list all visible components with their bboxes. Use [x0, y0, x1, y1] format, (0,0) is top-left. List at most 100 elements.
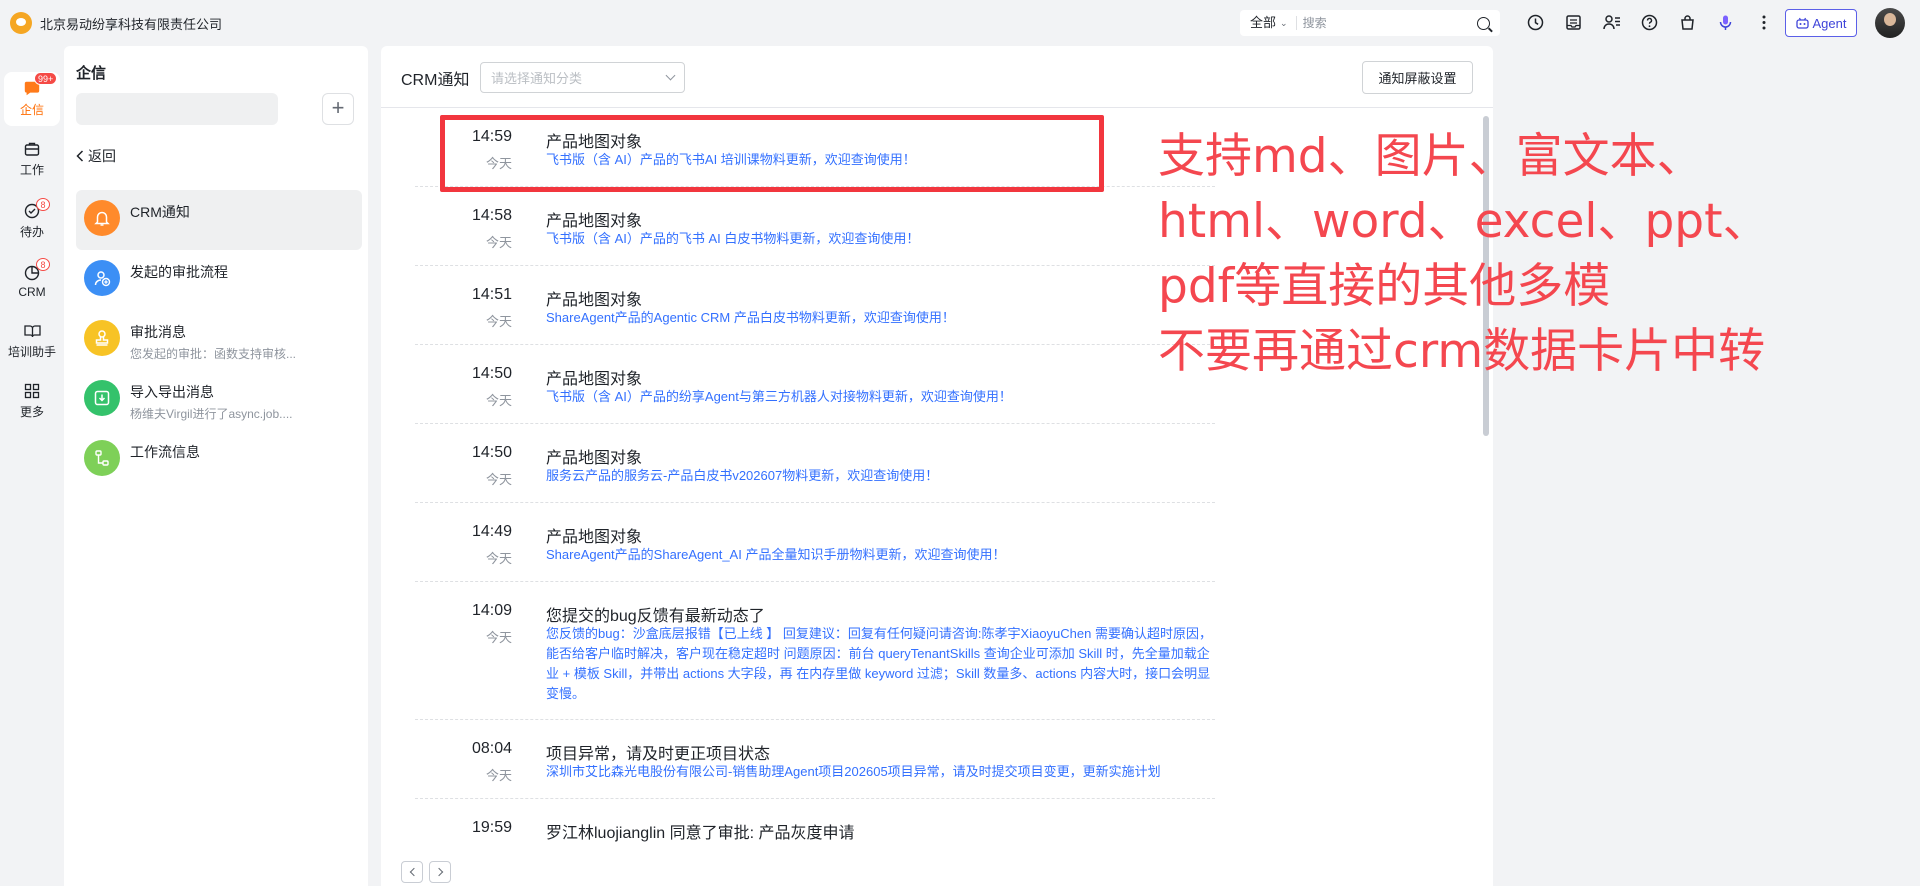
rail-item-training[interactable]: 培训助手: [4, 314, 60, 368]
unread-badge: 99+: [34, 72, 58, 85]
sidebar-search-input[interactable]: [76, 93, 278, 125]
message-day: 今天: [485, 551, 512, 566]
sidebar-title: 企信: [76, 65, 107, 82]
annotation-line: html、word、excel、ppt、: [1158, 194, 1770, 249]
annotation-line: 支持md、图片、富文本、: [1158, 129, 1704, 184]
session-name: 发起的审批流程: [130, 264, 228, 280]
notice-mask-settings-button[interactable]: 通知屏蔽设置: [1362, 61, 1473, 94]
message-title: 罗江林luojianglin 同意了审批: 产品灰度申请: [546, 825, 855, 842]
message-body[interactable]: 您反馈的bug：沙盒底层报错【已上线 】 回复建议：回复有任何疑问请咨询:陈孝宇…: [546, 624, 1214, 704]
rail-item-todo[interactable]: 待办 8: [4, 194, 60, 248]
message-body[interactable]: 飞书版（含 AI）产品的纷享Agent与第三方机器人对接物料更新，欢迎查询使用！: [546, 387, 1214, 407]
message-item[interactable]: 14:50 今天 产品地图对象 服务云产品的服务云-产品白皮书v202607物料…: [415, 424, 1215, 503]
chevron-right-icon: [434, 867, 443, 877]
search-icon[interactable]: [1477, 16, 1490, 30]
search-scope-dropdown[interactable]: 全部 ⌄: [1240, 16, 1297, 30]
app-rail: 企信 99+ 工作 待办 8 CRM 8 培训助手 更多: [0, 46, 64, 886]
message-body[interactable]: ShareAgent产品的ShareAgent_AI 产品全量知识手册物料更新，…: [546, 545, 1214, 565]
chevron-left-icon: [76, 150, 84, 162]
rail-item-messenger[interactable]: 企信 99+: [4, 72, 60, 126]
message-title: 产品地图对象: [546, 450, 643, 467]
message-day: 今天: [485, 235, 512, 250]
message-title: 产品地图对象: [546, 292, 643, 309]
company-name: 北京易动纷享科技有限责任公司: [40, 16, 223, 32]
message-item[interactable]: 14:09 今天 您提交的bug反馈有最新动态了 您反馈的bug：沙盒底层报错【…: [415, 582, 1215, 720]
add-button[interactable]: +: [322, 93, 354, 125]
search-input[interactable]: [1302, 16, 1477, 30]
chevron-left-icon: [409, 867, 418, 877]
category-placeholder: 请选择通知分类: [491, 71, 583, 86]
previous-page-button[interactable]: [401, 861, 423, 883]
session-item-crm-notice[interactable]: CRM通知: [76, 190, 362, 250]
agent-button-label: Agent: [1812, 15, 1847, 31]
rail-item-label: 培训助手: [7, 345, 56, 359]
more-vertical-icon[interactable]: [1753, 12, 1774, 33]
next-page-button[interactable]: [429, 861, 451, 883]
rail-item-label: 更多: [19, 405, 44, 419]
global-search: 全部 ⌄: [1240, 10, 1500, 36]
crm-count-badge: 8: [36, 258, 50, 271]
rail-item-work[interactable]: 工作: [4, 132, 60, 186]
download-icon: [84, 380, 120, 416]
message-item[interactable]: 14:50 今天 产品地图对象 飞书版（含 AI）产品的纷享Agent与第三方机…: [415, 345, 1215, 424]
message-time: 19:59: [471, 819, 512, 836]
session-name: CRM通知: [130, 204, 190, 220]
agent-button[interactable]: Agent: [1785, 9, 1857, 37]
session-item-approval-flow[interactable]: 发起的审批流程: [76, 250, 362, 310]
message-day: 今天: [485, 314, 512, 329]
message-time: 08:04: [471, 740, 512, 757]
session-item-approval-message[interactable]: 审批消息 您发起的审批：函数支持审核...: [76, 310, 362, 370]
bell-icon: [84, 200, 120, 236]
message-item[interactable]: 14:49 今天 产品地图对象 ShareAgent产品的ShareAgent_…: [415, 503, 1215, 582]
message-item[interactable]: 14:58 今天 产品地图对象 飞书版（含 AI）产品的飞书 AI 白皮书物料更…: [415, 187, 1215, 266]
shopping-bag-icon[interactable]: [1677, 12, 1698, 33]
messenger-sidebar: 企信 + 返回 CRM通知 发起的审批流程 审批消息 您发起的审批：函数支持审核…: [64, 46, 368, 886]
message-day: 今天: [485, 393, 512, 408]
feed-pager: [401, 861, 451, 883]
microphone-icon[interactable]: [1715, 12, 1736, 33]
grid-icon: [23, 382, 41, 400]
contacts-icon[interactable]: [1601, 12, 1622, 33]
message-body[interactable]: 深圳市艾比森光电股份有限公司-销售助理Agent项目202605项目异常，请及时…: [546, 762, 1214, 782]
message-title: 产品地图对象: [546, 371, 643, 388]
message-time: 14:51: [471, 286, 512, 303]
clock-icon[interactable]: [1525, 12, 1546, 33]
message-title: 您提交的bug反馈有最新动态了: [546, 608, 765, 625]
inbox-icon[interactable]: [1563, 12, 1584, 33]
message-item[interactable]: 08:04 今天 项目异常，请及时更正项目状态 深圳市艾比森光电股份有限公司-销…: [415, 720, 1215, 799]
rail-item-label: 待办: [19, 225, 44, 239]
user-avatar[interactable]: [1875, 8, 1905, 38]
session-name: 审批消息: [130, 324, 186, 340]
chevron-down-icon: [665, 70, 676, 81]
message-title: 产品地图对象: [546, 213, 643, 230]
message-title: 产品地图对象: [546, 529, 643, 546]
message-time: 14:09: [471, 602, 512, 619]
session-item-import-export[interactable]: 导入导出消息 杨维夫Virgil进行了async.job....: [76, 370, 362, 430]
message-item[interactable]: 14:51 今天 产品地图对象 ShareAgent产品的Agentic CRM…: [415, 266, 1215, 345]
category-select[interactable]: 请选择通知分类: [480, 62, 685, 93]
rail-item-more[interactable]: 更多: [4, 374, 60, 428]
message-body[interactable]: 飞书版（含 AI）产品的飞书 AI 白皮书物料更新，欢迎查询使用！: [546, 229, 1214, 249]
message-item[interactable]: 19:59 罗江林luojianglin 同意了审批: 产品灰度申请: [415, 799, 1215, 848]
message-time: 14:50: [471, 444, 512, 461]
rail-item-crm[interactable]: CRM 8: [4, 254, 60, 308]
session-preview: 杨维夫Virgil进行了async.job....: [130, 407, 293, 421]
message-time: 14:58: [471, 207, 512, 224]
open-book-icon: [23, 322, 41, 340]
message-body[interactable]: 服务云产品的服务云-产品白皮书v202607物料更新，欢迎查询使用！: [546, 466, 1214, 486]
user-approve-icon: [84, 260, 120, 296]
session-item-workflow[interactable]: 工作流信息: [76, 430, 362, 490]
message-day: 今天: [485, 768, 512, 783]
message-body[interactable]: ShareAgent产品的Agentic CRM 产品白皮书物料更新，欢迎查询使…: [546, 308, 1214, 328]
highlight-box: [440, 115, 1104, 192]
annotation-note: 支持md、图片、富文本、 html、word、excel、ppt、 pdf等直接…: [1158, 124, 1898, 384]
session-preview: 您发起的审批：函数支持审核...: [130, 347, 297, 361]
help-icon[interactable]: [1639, 12, 1660, 33]
chevron-down-icon: ⌄: [1280, 18, 1288, 28]
rail-item-label: 工作: [19, 163, 44, 177]
brand[interactable]: 北京易动纷享科技有限责任公司: [10, 12, 222, 34]
session-list: CRM通知 发起的审批流程 审批消息 您发起的审批：函数支持审核... 导入导出…: [76, 190, 362, 490]
back-link[interactable]: 返回: [76, 146, 116, 166]
top-toolbar: [1525, 12, 1774, 33]
annotation-line: 不要再通过crm数据卡片中转: [1158, 324, 1766, 379]
